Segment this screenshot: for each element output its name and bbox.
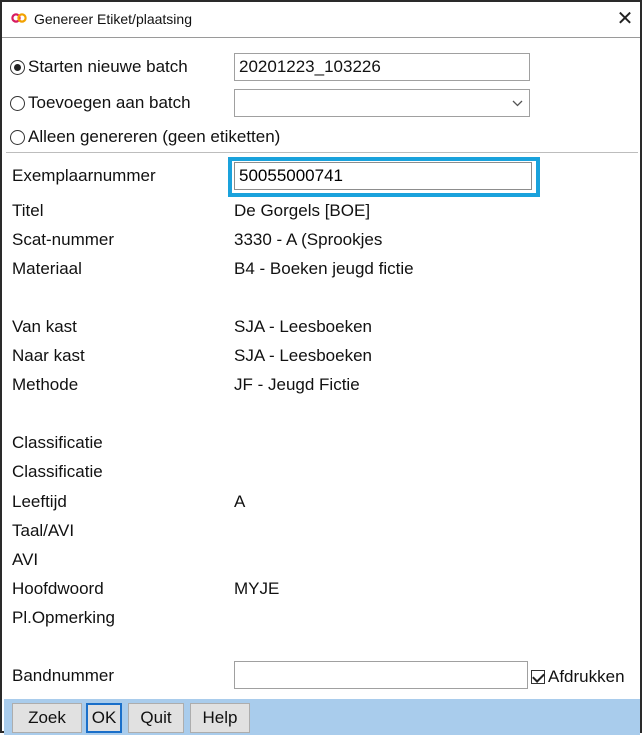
chevron-down-icon[interactable] [505,90,529,116]
radio-start-batch[interactable]: Starten nieuwe batch [10,53,188,81]
materiaal-value: B4 - Boeken jeugd fictie [234,259,414,278]
avi-label: AVI [12,550,39,569]
taal-avi-label: Taal/AVI [12,521,75,540]
zoek-button[interactable]: Zoek [12,703,82,733]
radio-indicator[interactable] [10,129,25,145]
materiaal-label: Materiaal [12,259,82,278]
divider [6,152,638,153]
button-toolbar: Zoek OK Quit Help [4,699,640,735]
scat-value: 3330 - A (Sprookjes [234,230,383,249]
exemplaar-input[interactable] [234,162,532,190]
radio-append-batch-label: Toevoegen aan batch [28,93,191,112]
batch-select[interactable] [234,89,530,117]
hoofdwoord-label: Hoofdwoord [12,579,104,598]
hoofdwoord-value: MYJE [234,579,280,598]
radio-start-batch-label: Starten nieuwe batch [28,57,188,76]
leeftijd-value: A [234,492,246,511]
naar-kast-value: SJA - Leesboeken [234,346,372,365]
classificatie-label: Classificatie [12,433,103,452]
titel-value: De Gorgels [BOE] [234,201,371,220]
van-kast-value: SJA - Leesboeken [234,317,372,336]
dialog-window: Genereer Etiket/plaatsing ✕ Starten nieu… [0,0,642,735]
radio-indicator-checked[interactable] [10,59,25,75]
leeftijd-label: Leeftijd [12,492,67,511]
classificatie-label: Classificatie [12,462,103,481]
methode-value: JF - Jeugd Fictie [234,375,360,394]
radio-generate-only[interactable]: Alleen genereren (geen etiketten) [10,123,280,151]
quit-button[interactable]: Quit [128,703,184,733]
bandnummer-label: Bandnummer [12,666,115,685]
checkbox-checked-icon[interactable] [531,670,545,684]
ok-button[interactable]: OK [86,703,122,733]
radio-indicator[interactable] [10,95,25,111]
batch-name-input[interactable] [234,53,530,81]
afdrukken-checkbox[interactable]: Afdrukken [531,667,625,687]
close-icon[interactable]: ✕ [612,6,638,32]
bandnummer-input[interactable] [234,661,528,689]
pl-opmerking-label: Pl.Opmerking [12,608,115,627]
exemplaar-label: Exemplaarnummer [12,166,156,185]
radio-generate-only-label: Alleen genereren (geen etiketten) [28,127,281,146]
scat-label: Scat-nummer [12,230,115,249]
naar-kast-label: Naar kast [12,346,85,365]
radio-append-batch[interactable]: Toevoegen aan batch [10,89,191,117]
titel-label: Titel [12,201,44,220]
title-bar: Genereer Etiket/plaatsing ✕ [2,2,640,38]
van-kast-label: Van kast [12,317,77,336]
afdrukken-label: Afdrukken [548,667,625,686]
app-logo-icon [11,13,27,23]
methode-label: Methode [12,375,79,394]
help-button[interactable]: Help [190,703,250,733]
window-title: Genereer Etiket/plaatsing [34,11,192,27]
